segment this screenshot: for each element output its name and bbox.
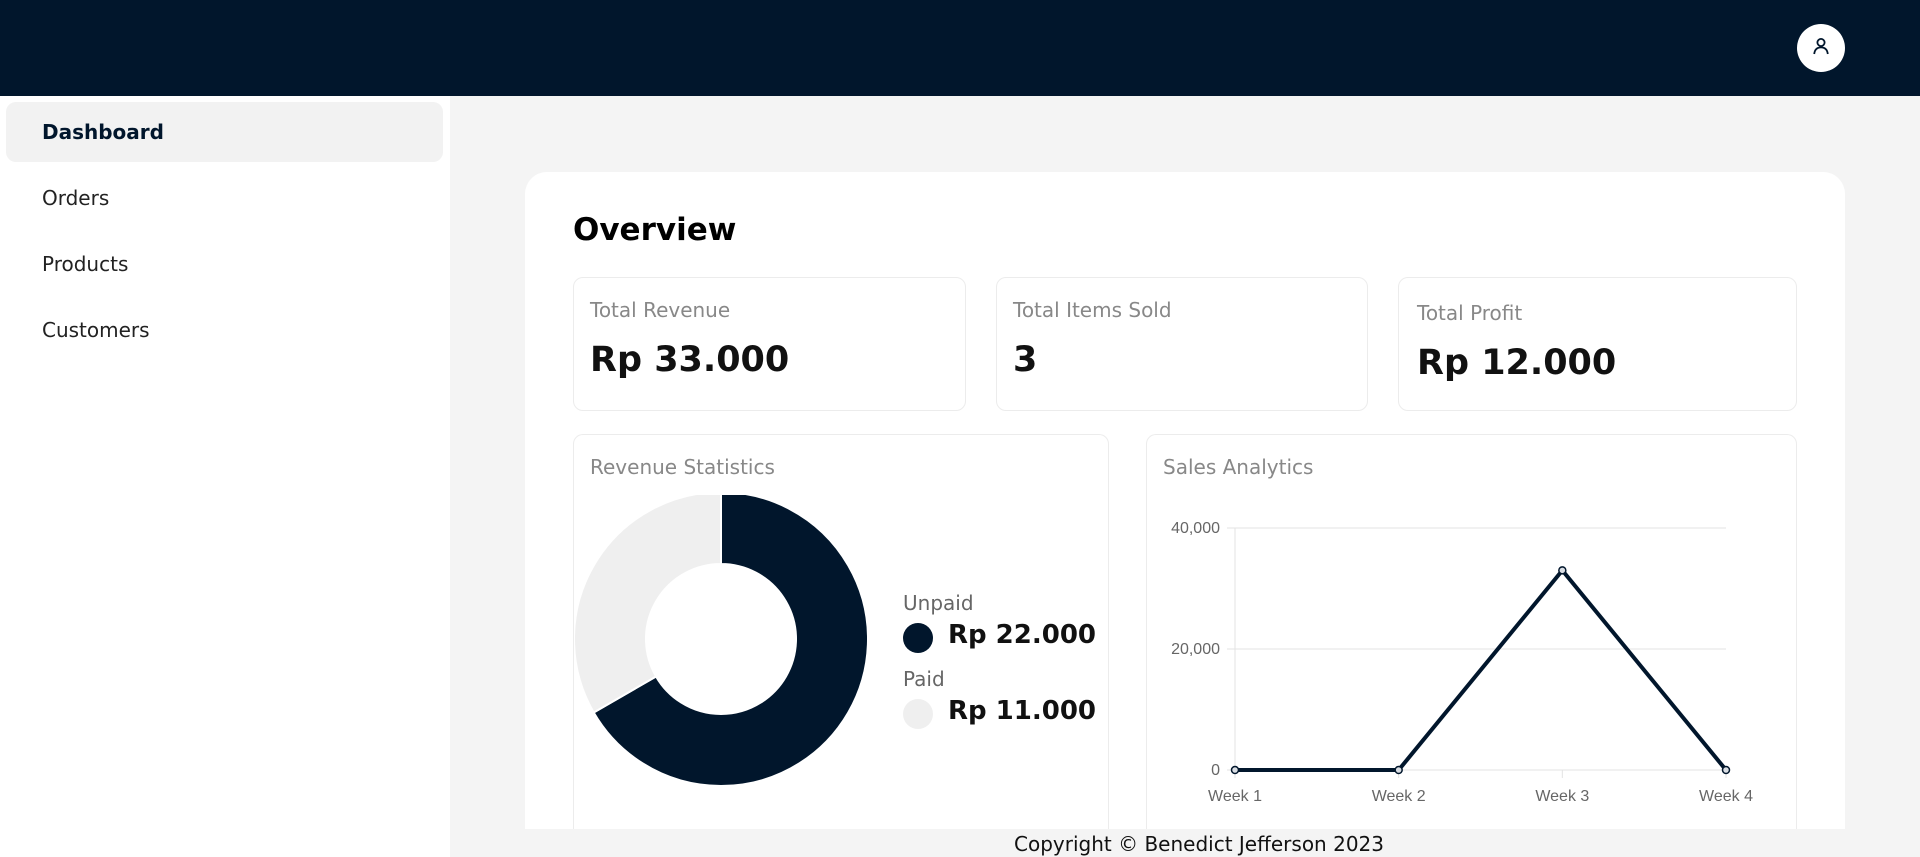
top-bar [0, 0, 1920, 96]
user-icon [1811, 36, 1831, 60]
sales-data-point[interactable] [1230, 765, 1240, 775]
stat-label: Total Profit [1417, 301, 1523, 325]
sidebar-item-dashboard[interactable]: Dashboard [6, 102, 443, 162]
x-tick-label: Week 2 [1372, 788, 1426, 805]
stat-label: Total Revenue [590, 298, 731, 322]
sidebar-item-customers[interactable]: Customers [6, 300, 443, 360]
y-tick-label: 20,000 [1171, 641, 1220, 658]
sales-data-point[interactable] [1394, 765, 1403, 775]
sales-data-point[interactable] [1558, 566, 1567, 575]
x-tick-label: Week 4 [1699, 788, 1753, 805]
sales-series-line [1235, 568, 1728, 772]
panel-title: Revenue Statistics [590, 455, 775, 479]
x-tick-label: Week 1 [1208, 788, 1262, 805]
y-tick-label: 0 [1211, 762, 1220, 779]
page-title: Overview [573, 212, 737, 248]
sales-analytics-panel: Sales Analytics 0 20,000 40,000 Week 1 Week … [1146, 434, 1797, 829]
total-profit-card: Total Profit Rp 12.000 [1398, 277, 1797, 411]
sidebar-item-label: Customers [42, 318, 150, 342]
legend-value-unpaid: Rp 22.000 [948, 620, 1097, 650]
sidebar-item-orders[interactable]: Orders [6, 168, 443, 228]
sidebar-item-label: Dashboard [42, 120, 164, 144]
legend-value-paid: Rp 11.000 [948, 696, 1097, 726]
user-avatar-button[interactable] [1797, 24, 1845, 72]
x-tick-label: Week 3 [1535, 788, 1589, 805]
total-items-sold-card: Total Items Sold 3 [996, 277, 1368, 411]
sales-line-chart: 0 20,000 40,000 Week 1 Week 2 Week 3 Week 4 [1171, 520, 1753, 805]
legend-dot-unpaid [903, 623, 933, 653]
donut-slice-paid[interactable] [574, 495, 722, 714]
sales-data-point[interactable] [1721, 765, 1731, 775]
sidebar: Dashboard Orders Products Customers [0, 96, 450, 857]
stat-value: Rp 12.000 [1417, 343, 1617, 383]
legend-label-paid: Paid [903, 667, 945, 691]
legend-label-unpaid: Unpaid [903, 591, 974, 615]
sidebar-item-label: Orders [42, 186, 110, 210]
revenue-donut-chart [574, 495, 869, 787]
legend-dot-paid [903, 699, 933, 729]
stat-value: Rp 33.000 [590, 340, 790, 380]
stat-label: Total Items Sold [1013, 298, 1172, 322]
sidebar-item-label: Products [42, 252, 129, 276]
sidebar-item-products[interactable]: Products [6, 234, 443, 294]
stat-value: 3 [1013, 340, 1038, 380]
revenue-statistics-panel: Revenue Statistics Unpaid Rp 22.000 Paid… [573, 434, 1109, 829]
copyright-text: Copyright © Benedict Jefferson 2023 [1014, 832, 1384, 856]
total-revenue-card: Total Revenue Rp 33.000 [573, 277, 966, 411]
y-tick-label: 40,000 [1171, 520, 1220, 537]
overview-card: Overview Total Revenue Rp 33.000 Total I… [525, 172, 1845, 829]
